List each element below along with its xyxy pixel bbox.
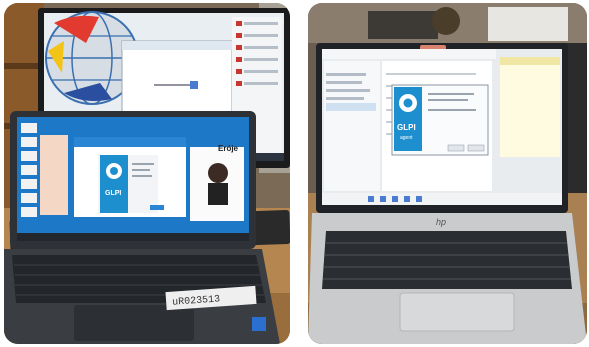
glpi-logo-right: GLPI	[397, 123, 416, 132]
laptop-silver: GLPI agent hp	[308, 43, 587, 344]
hp-logo: hp	[436, 217, 446, 227]
glpi-logo-left: GLPI	[105, 190, 121, 197]
right-photo: GLPI agent hp	[308, 3, 587, 344]
glpi-sub-right: agent	[400, 135, 413, 141]
left-photo: GLPI Eróje uR023513	[4, 3, 290, 344]
monitor-label: Eróje	[218, 144, 239, 153]
laptop-dark: GLPI Eróje uR023513	[4, 111, 280, 344]
